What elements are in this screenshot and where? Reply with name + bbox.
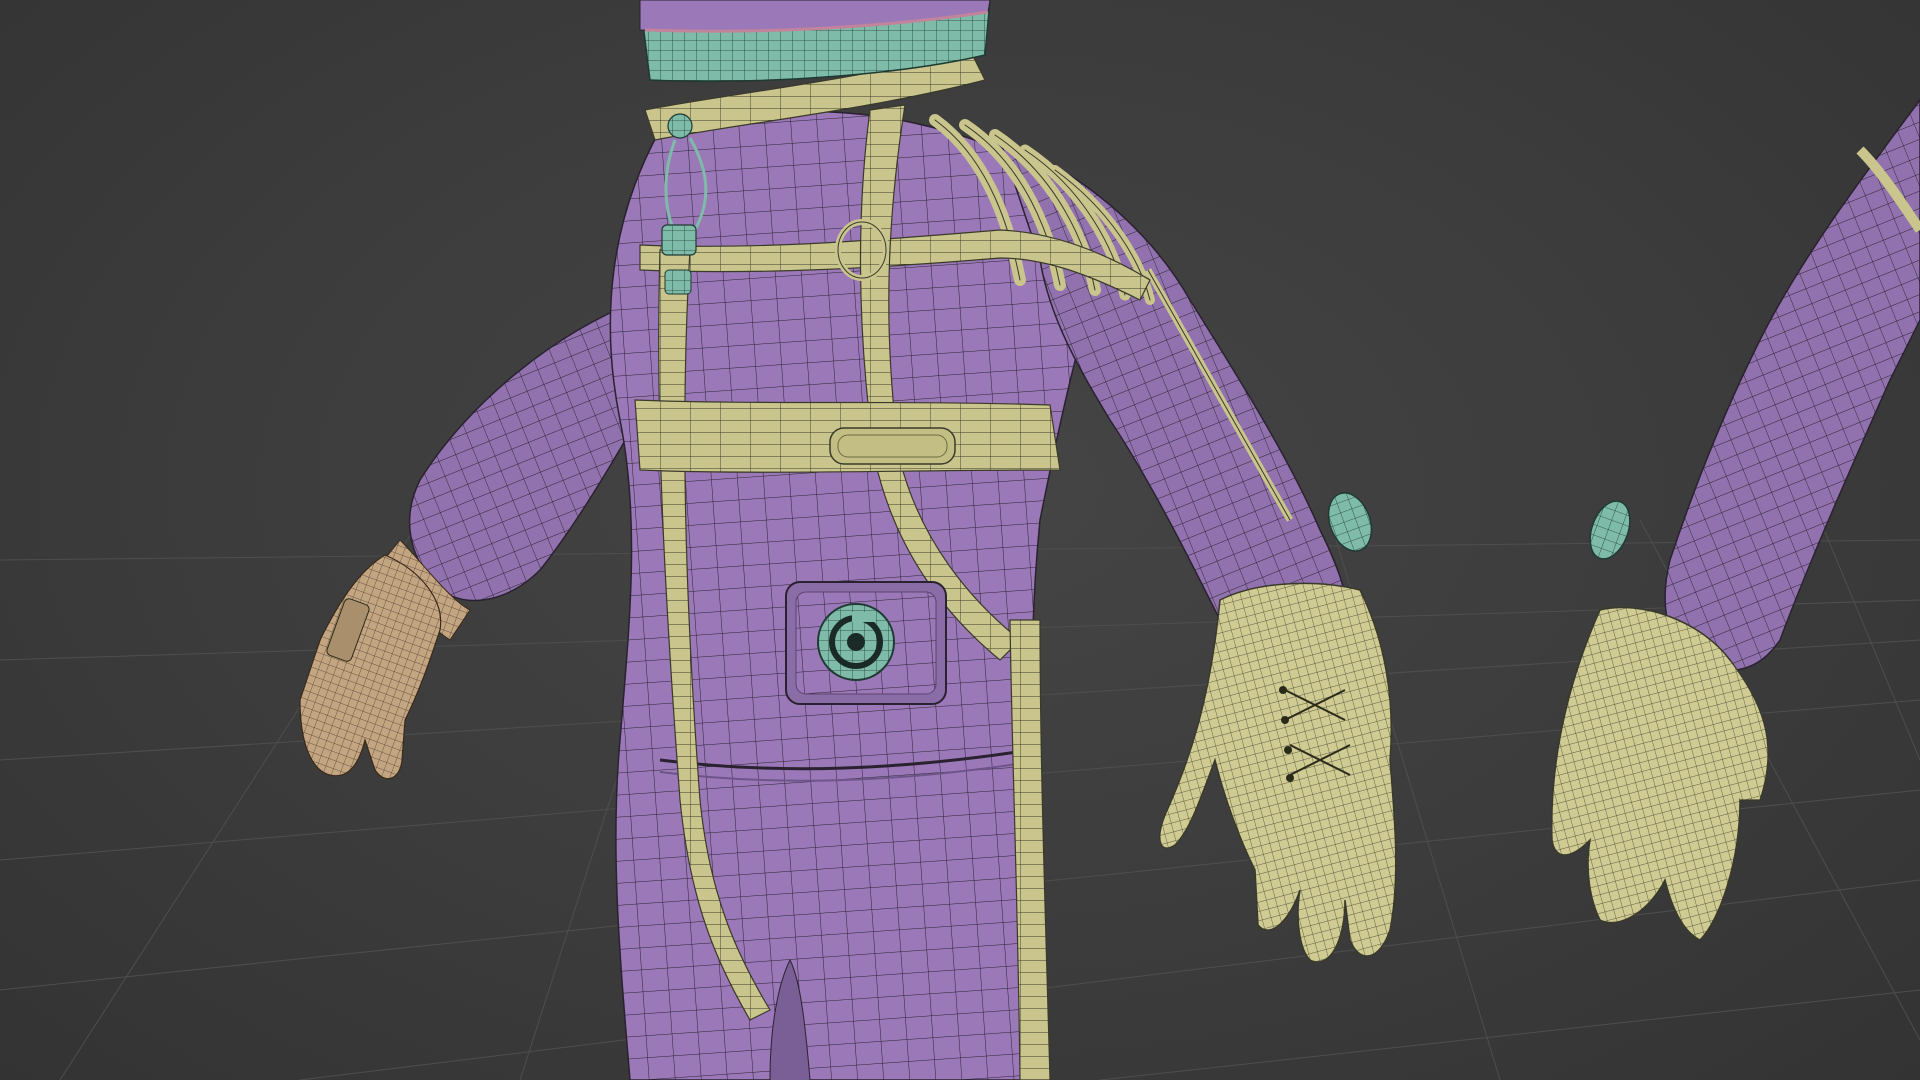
viewport-canvas[interactable] bbox=[0, 0, 1920, 1080]
chest-pocket bbox=[785, 581, 947, 705]
right-glove bbox=[1159, 582, 1397, 963]
left-hand bbox=[299, 554, 442, 780]
3d-viewport[interactable] bbox=[0, 0, 1920, 1080]
chest-valve-icon bbox=[817, 603, 895, 681]
second-figure-arm bbox=[1551, 98, 1920, 941]
